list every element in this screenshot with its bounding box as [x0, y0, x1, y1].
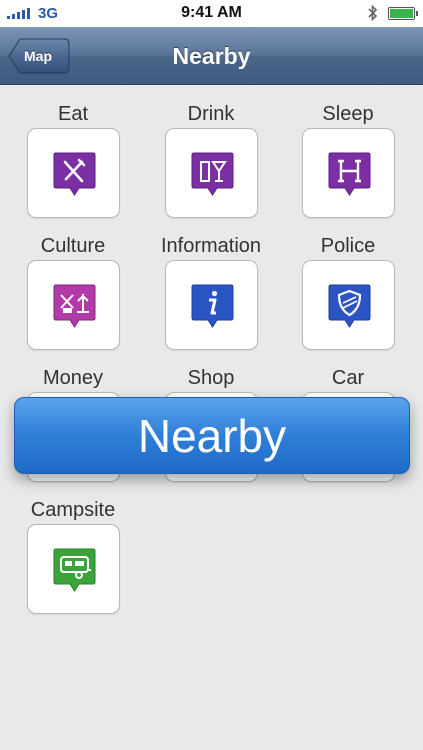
category-tile[interactable]: [27, 260, 120, 350]
battery-icon: [388, 7, 418, 20]
category-label: Eat: [57, 103, 89, 125]
info-icon: [191, 284, 234, 328]
category-culture[interactable]: Culture: [14, 234, 132, 350]
category-label: Campsite: [30, 499, 116, 521]
category-tile[interactable]: [27, 128, 120, 218]
category-eat[interactable]: Eat: [14, 102, 132, 218]
category-tile[interactable]: [165, 260, 258, 350]
category-tile[interactable]: [302, 128, 395, 218]
navigation-bar: Map Nearby: [0, 27, 423, 85]
category-police[interactable]: Police: [289, 234, 407, 350]
status-bar: 3G 9:41 AM: [0, 0, 423, 27]
category-label: Drink: [187, 103, 235, 125]
fork-knife-icon: [53, 152, 96, 196]
police-shield-icon: [328, 284, 371, 328]
category-information[interactable]: Information: [152, 234, 270, 350]
category-campsite[interactable]: Campsite: [14, 498, 132, 614]
category-drink[interactable]: Drink: [152, 102, 270, 218]
page-title: Nearby: [172, 43, 251, 69]
caravan-icon: [53, 548, 96, 592]
category-tile[interactable]: [27, 524, 120, 614]
category-label: Information: [160, 235, 262, 257]
category-tile[interactable]: [302, 260, 395, 350]
category-sleep[interactable]: Sleep: [289, 102, 407, 218]
category-car[interactable]: Car: [289, 366, 407, 482]
status-time: 9:41 AM: [181, 4, 242, 21]
hud-label: Nearby: [137, 410, 287, 462]
bluetooth-icon: [368, 4, 378, 26]
culture-icon: [53, 284, 96, 328]
category-label: Culture: [40, 235, 106, 257]
drink-icon: [191, 152, 234, 196]
category-label: Sleep: [322, 103, 374, 125]
hotel-icon: [328, 152, 371, 196]
nearby-hud-overlay: Nearby: [14, 397, 410, 474]
category-shop[interactable]: Shop: [152, 366, 270, 482]
category-label: Shop: [187, 367, 235, 389]
category-label: Car: [331, 367, 365, 389]
category-label: Police: [320, 235, 376, 257]
category-tile[interactable]: [165, 128, 258, 218]
category-label: Money: [42, 367, 104, 389]
category-money[interactable]: Money: [14, 366, 132, 482]
